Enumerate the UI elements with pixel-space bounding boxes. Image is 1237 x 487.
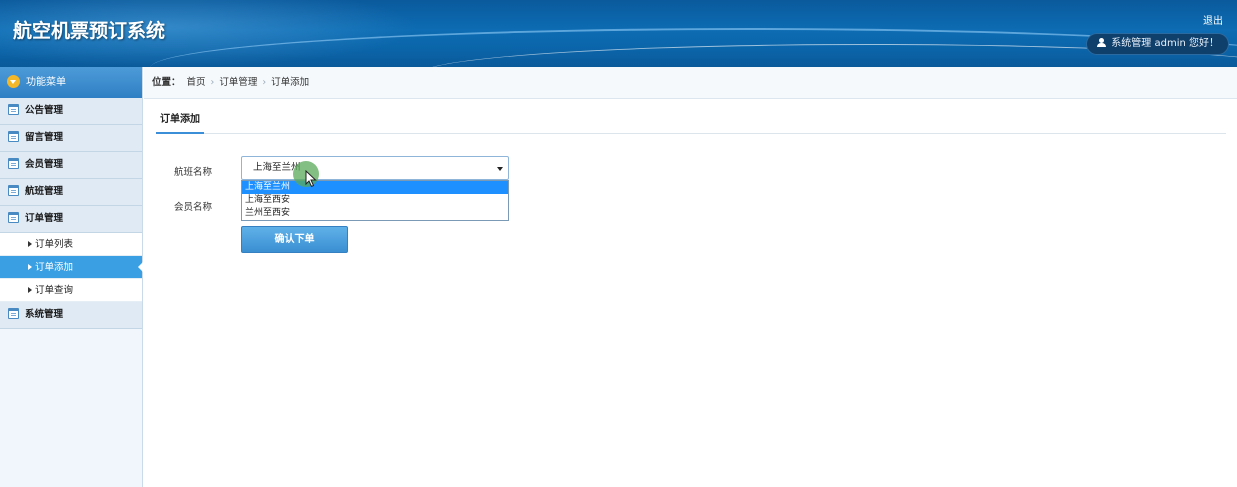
chevron-down-icon	[7, 75, 20, 88]
dropdown-option[interactable]: 上海至西安	[242, 194, 508, 207]
top-header: 航空机票预订系统 退出 系统管理 admin 您好！	[0, 0, 1237, 67]
sidebar-subitem-order-list[interactable]: 订单列表	[0, 233, 142, 256]
flight-label: 航班名称	[174, 167, 213, 178]
sidebar-item-label: 会员管理	[25, 159, 64, 170]
breadcrumb-separator: ›	[262, 77, 267, 88]
sidebar-subitem-order-add[interactable]: 订单添加	[0, 256, 143, 279]
user-icon	[1097, 38, 1107, 47]
member-label: 会员名称	[174, 202, 213, 213]
sidebar-subitem-order-search[interactable]: 订单查询	[0, 279, 142, 302]
sidebar-item-orders[interactable]: 订单管理	[0, 206, 142, 233]
breadcrumb: 位置： 首页 › 订单管理 › 订单添加	[144, 67, 1237, 99]
flight-dropdown-list: 上海至兰州 上海至西安 兰州至西安	[241, 180, 509, 221]
calendar-icon	[8, 104, 19, 115]
chevron-down-icon	[497, 167, 503, 171]
sidebar-item-flights[interactable]: 航班管理	[0, 179, 142, 206]
app-title: 航空机票预订系统	[13, 20, 166, 42]
calendar-icon	[8, 308, 19, 319]
sidebar-item-label: 公告管理	[25, 105, 64, 116]
sidebar-title: 功能菜单	[26, 77, 66, 88]
user-greeting-badge: 系统管理 admin 您好！	[1086, 33, 1229, 55]
calendar-icon	[8, 212, 19, 223]
dropdown-option[interactable]: 上海至兰州	[242, 181, 508, 194]
tab-bar: 订单添加	[156, 109, 1226, 134]
breadcrumb-orders[interactable]: 订单管理	[219, 77, 257, 88]
sidebar: 功能菜单 公告管理 留言管理 会员管理 航班管理 订单管理 订单列表 订单添加 …	[0, 67, 143, 487]
confirm-order-button[interactable]: 确认下单	[241, 226, 348, 253]
dropdown-option[interactable]: 兰州至西安	[242, 207, 508, 220]
sidebar-header[interactable]: 功能菜单	[0, 67, 142, 98]
sidebar-subitem-label: 订单查询	[35, 285, 74, 296]
caret-right-icon	[28, 241, 32, 247]
tab-order-add[interactable]: 订单添加	[156, 109, 204, 134]
sidebar-item-label: 订单管理	[25, 213, 64, 224]
user-greeting-text: 系统管理 admin 您好！	[1111, 38, 1219, 49]
sidebar-item-messages[interactable]: 留言管理	[0, 125, 142, 152]
sidebar-subitem-label: 订单列表	[35, 239, 74, 250]
breadcrumb-prefix: 位置：	[152, 77, 181, 88]
sidebar-subitem-label: 订单添加	[35, 262, 74, 273]
calendar-icon	[8, 185, 19, 196]
sidebar-item-label: 系统管理	[25, 309, 64, 320]
sidebar-item-system[interactable]: 系统管理	[0, 302, 142, 329]
sidebar-item-announcements[interactable]: 公告管理	[0, 98, 142, 125]
breadcrumb-separator: ›	[210, 77, 215, 88]
flight-select[interactable]: 上海至兰州	[241, 156, 509, 180]
sidebar-item-label: 航班管理	[25, 186, 64, 197]
logout-link[interactable]: 退出	[1203, 12, 1223, 27]
caret-right-icon	[28, 287, 32, 293]
breadcrumb-home[interactable]: 首页	[187, 77, 206, 88]
calendar-icon	[8, 131, 19, 142]
breadcrumb-current: 订单添加	[271, 77, 310, 88]
calendar-icon	[8, 158, 19, 169]
caret-right-icon	[28, 264, 32, 270]
mouse-pointer-icon	[305, 170, 317, 188]
sidebar-item-label: 留言管理	[25, 132, 64, 143]
sidebar-item-members[interactable]: 会员管理	[0, 152, 142, 179]
main-content: 订单添加 航班名称 上海至兰州 上海至兰州 上海至西安 兰州至西安 会员名称 确…	[144, 99, 1237, 487]
